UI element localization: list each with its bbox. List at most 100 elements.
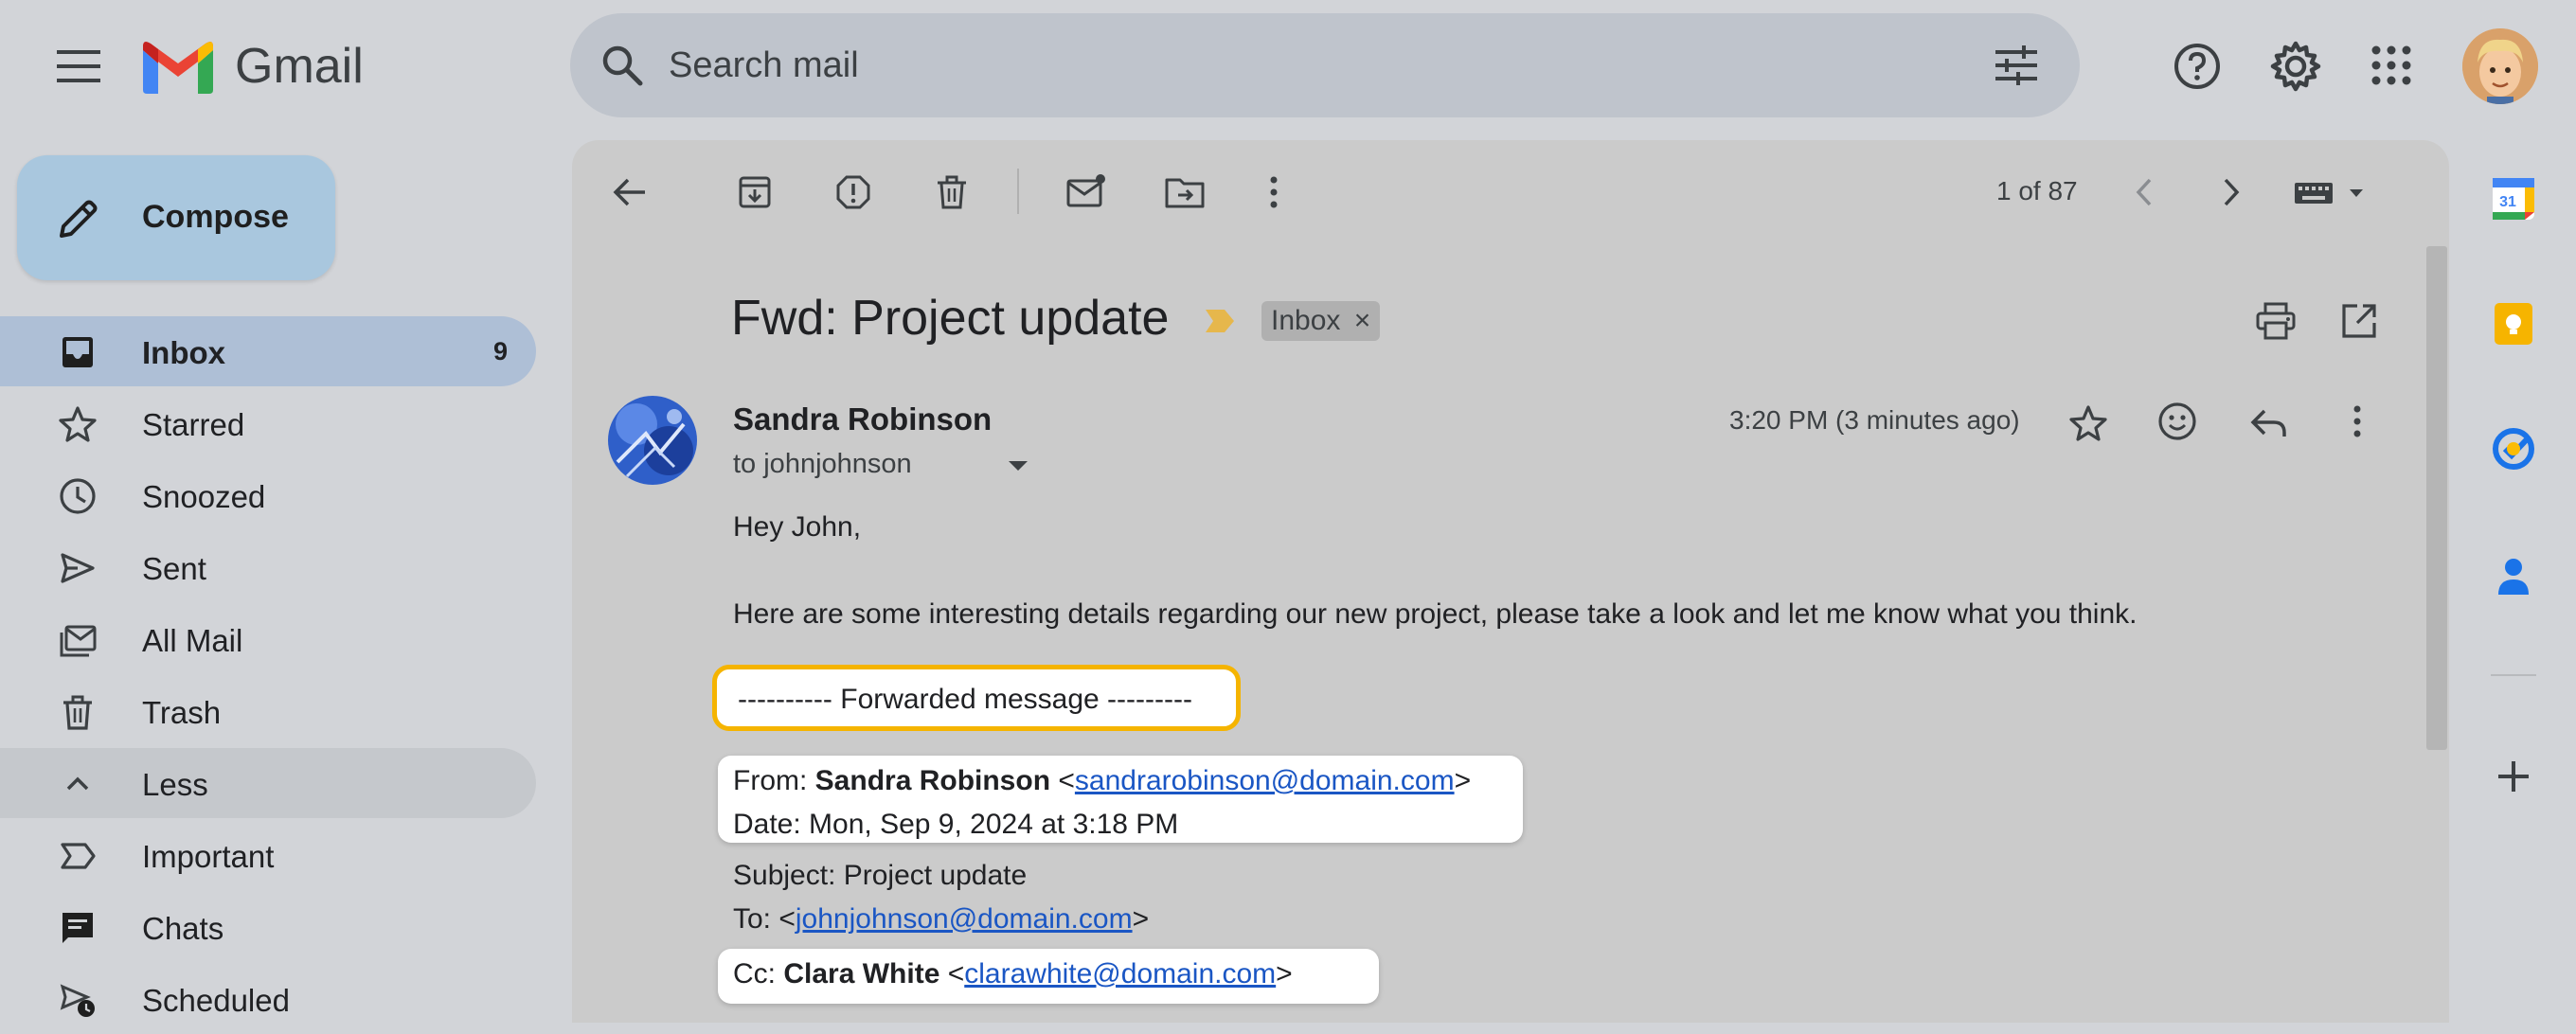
sender-avatar[interactable] bbox=[608, 396, 697, 485]
google-apps-icon[interactable] bbox=[2370, 44, 2413, 87]
get-add-ons-plus-icon[interactable] bbox=[2491, 754, 2536, 799]
trash-icon bbox=[59, 693, 97, 731]
forwarded-to-line: To: <johnjohnson@domain.com> bbox=[733, 903, 1149, 936]
remove-label-close-icon[interactable]: × bbox=[1354, 305, 1371, 336]
from-email-link[interactable]: sandrarobinson@domain.com bbox=[1075, 765, 1455, 796]
importance-marker-icon[interactable] bbox=[1203, 305, 1237, 337]
clock-icon bbox=[59, 477, 97, 515]
more-message-options-icon[interactable] bbox=[2337, 401, 2377, 441]
back-arrow-icon[interactable] bbox=[610, 172, 650, 212]
compose-label: Compose bbox=[142, 199, 289, 235]
show-details-dropdown-icon[interactable] bbox=[1004, 455, 1032, 477]
sidebar-item-label: Trash bbox=[142, 695, 222, 730]
sidebar-item-label: Sent bbox=[142, 551, 206, 586]
unread-count-badge: 9 bbox=[492, 337, 508, 365]
print-icon[interactable] bbox=[2254, 299, 2298, 343]
move-to-icon[interactable] bbox=[1163, 172, 1207, 212]
gmail-logo-icon[interactable] bbox=[142, 40, 214, 95]
sidebar-item-less[interactable]: Less bbox=[0, 748, 536, 818]
gmail-wordmark[interactable]: Gmail bbox=[235, 38, 364, 95]
sender-name[interactable]: Sandra Robinson bbox=[733, 401, 992, 437]
sidebar-item-sent[interactable]: Sent bbox=[0, 532, 536, 602]
sidebar-item-label: Less bbox=[142, 767, 208, 802]
mark-unread-icon[interactable] bbox=[1064, 170, 1108, 210]
account-avatar[interactable] bbox=[2462, 28, 2538, 104]
sidebar-item-label: Starred bbox=[142, 407, 245, 442]
pagination-count: 1 of 87 bbox=[1996, 176, 2078, 205]
older-chevron-right-icon[interactable] bbox=[2214, 172, 2248, 212]
input-tools-keyboard-icon[interactable] bbox=[2292, 176, 2370, 210]
calendar-day-number: 31 bbox=[2499, 194, 2516, 210]
star-icon bbox=[59, 405, 97, 443]
message-body: Here are some interesting details regard… bbox=[733, 598, 2138, 630]
more-options-icon[interactable] bbox=[1254, 172, 1294, 212]
star-icon[interactable] bbox=[2066, 401, 2110, 445]
important-icon bbox=[59, 837, 97, 875]
sidebar-item-label: All Mail bbox=[142, 623, 243, 658]
google-calendar-icon[interactable]: 31 bbox=[2491, 176, 2536, 222]
sidebar-item-chats[interactable]: Chats bbox=[0, 892, 536, 962]
forwarded-header-highlight: ---------- Forwarded message --------- bbox=[712, 665, 1241, 731]
delete-trash-icon[interactable] bbox=[932, 172, 972, 212]
rail-divider bbox=[2491, 674, 2536, 676]
search-input[interactable]: Search mail bbox=[669, 45, 859, 86]
inbox-icon bbox=[59, 333, 97, 371]
sidebar-item-inbox[interactable]: Inbox 9 bbox=[0, 316, 536, 386]
email-bracket-close: > bbox=[1132, 903, 1150, 935]
sidebar-item-label: Inbox bbox=[142, 335, 225, 370]
email-bracket-open: < bbox=[778, 903, 796, 935]
report-spam-icon[interactable] bbox=[833, 172, 873, 212]
search-options-icon[interactable] bbox=[1993, 44, 2040, 87]
all-mail-icon bbox=[59, 621, 97, 659]
cc-label: Cc: bbox=[733, 958, 784, 989]
sidebar-item-starred[interactable]: Starred bbox=[0, 388, 536, 458]
sidebar-item-label: Chats bbox=[142, 911, 224, 946]
email-bracket-close: > bbox=[1276, 958, 1293, 989]
archive-icon[interactable] bbox=[735, 172, 775, 212]
send-icon bbox=[59, 549, 97, 587]
toolbar-divider bbox=[1017, 169, 1019, 214]
search-icon[interactable] bbox=[600, 44, 644, 87]
newer-chevron-left-icon[interactable] bbox=[2127, 172, 2161, 212]
forwarded-message-header: ---------- Forwarded message --------- bbox=[738, 684, 1192, 715]
scrollbar-thumb[interactable] bbox=[2426, 246, 2447, 750]
email-bracket-open: < bbox=[1058, 765, 1075, 796]
email-bracket-open: < bbox=[947, 958, 965, 989]
label-badge-text: Inbox bbox=[1271, 305, 1341, 336]
search-bar[interactable]: Search mail bbox=[570, 13, 2080, 117]
reply-arrow-icon[interactable] bbox=[2246, 401, 2290, 445]
sidebar-item-important[interactable]: Important bbox=[0, 820, 536, 890]
compose-button[interactable]: Compose bbox=[17, 155, 335, 280]
sidebar-item-trash[interactable]: Trash bbox=[0, 676, 536, 746]
to-label: To: bbox=[733, 903, 779, 935]
sidebar-item-scheduled[interactable]: Scheduled bbox=[0, 964, 536, 1034]
google-tasks-icon[interactable] bbox=[2491, 426, 2536, 472]
recipient-line: to johnjohnson bbox=[733, 449, 912, 479]
sidebar-item-all-mail[interactable]: All Mail bbox=[0, 604, 536, 674]
forwarded-from-line: From: Sandra Robinson <sandrarobinson@do… bbox=[733, 765, 1471, 797]
message-timestamp: 3:20 PM (3 minutes ago) bbox=[1729, 405, 2020, 435]
settings-gear-icon[interactable] bbox=[2269, 40, 2322, 93]
to-email-link[interactable]: johnjohnson@domain.com bbox=[796, 903, 1133, 935]
inbox-label-badge[interactable]: Inbox × bbox=[1261, 301, 1381, 341]
google-keep-icon[interactable] bbox=[2491, 301, 2536, 347]
main-menu-icon[interactable] bbox=[55, 45, 102, 87]
sidebar-item-label: Scheduled bbox=[142, 983, 290, 1018]
from-label: From: bbox=[733, 765, 815, 796]
sidebar-item-snoozed[interactable]: Snoozed bbox=[0, 460, 536, 530]
sidebar-item-label: Important bbox=[142, 839, 275, 874]
help-icon[interactable] bbox=[2173, 42, 2222, 91]
chat-icon bbox=[59, 909, 97, 947]
google-contacts-icon[interactable] bbox=[2491, 553, 2536, 598]
add-reaction-emoji-icon[interactable] bbox=[2156, 400, 2199, 443]
open-in-new-window-icon[interactable] bbox=[2337, 299, 2381, 343]
email-bracket-close: > bbox=[1454, 765, 1472, 796]
chevron-up-icon bbox=[59, 765, 97, 803]
scheduled-icon bbox=[59, 981, 97, 1019]
pencil-icon bbox=[57, 197, 100, 241]
sidebar-item-label: Snoozed bbox=[142, 479, 266, 514]
cc-email-link[interactable]: clarawhite@domain.com bbox=[964, 958, 1276, 989]
forwarded-date-line: Date: Mon, Sep 9, 2024 at 3:18 PM bbox=[733, 809, 1179, 840]
forwarded-subject-line: Subject: Project update bbox=[733, 860, 1028, 891]
from-name: Sandra Robinson bbox=[814, 765, 1051, 796]
